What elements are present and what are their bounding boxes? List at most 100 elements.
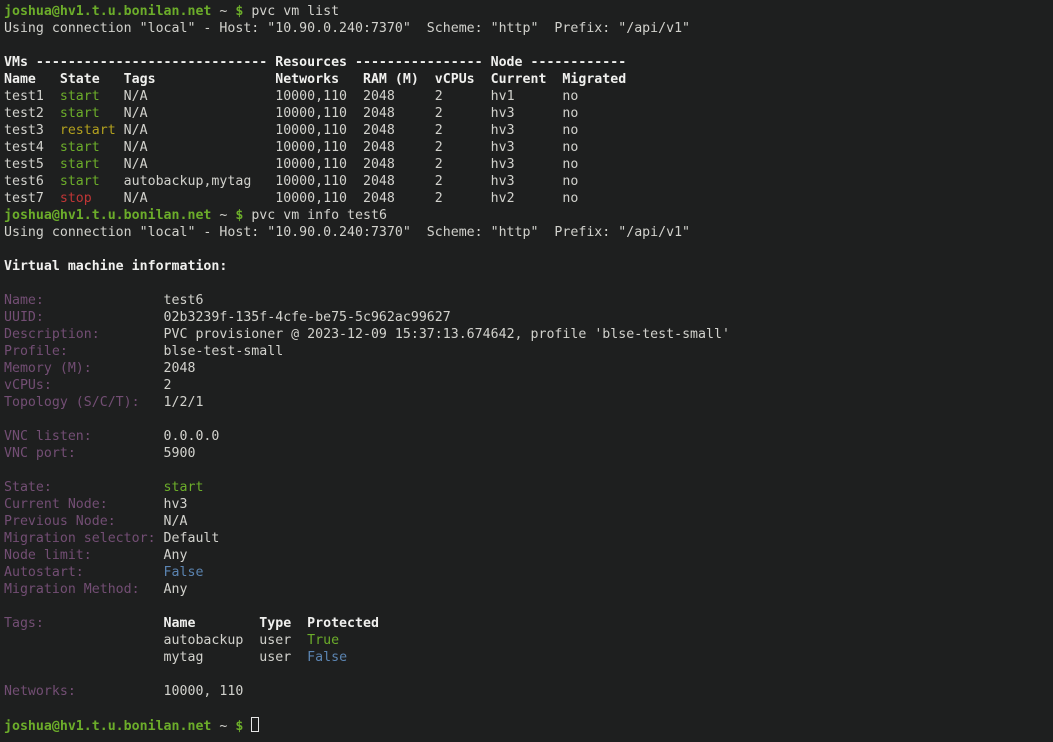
vm-info-title-text: Virtual machine information:	[4, 259, 227, 274]
vm-row-test6: test6 start autobackup,mytag 10000,110 2…	[4, 173, 1053, 190]
vm-name: test3	[4, 123, 60, 138]
info-value: Default	[164, 531, 220, 546]
vm-state: start	[60, 89, 100, 104]
info-line-autostart: Autostart: False	[4, 564, 1053, 581]
info-label: vCPUs:	[4, 378, 164, 393]
tag-name: mytag	[164, 650, 260, 665]
info-value: 02b3239f-135f-4cfe-be75-5c962ac99627	[164, 310, 451, 325]
vm-state: start	[60, 140, 100, 155]
vm-row-rest: autobackup,mytag 10000,110 2048 2 hv3 no	[100, 174, 579, 189]
vm-row-test3: test3 restart N/A 10000,110 2048 2 hv3 n…	[4, 122, 1053, 139]
info-label: Previous Node:	[4, 514, 164, 529]
vm-row-test2: test2 start N/A 10000,110 2048 2 hv3 no	[4, 105, 1053, 122]
vm-row-rest: N/A 10000,110 2048 2 hv3 no	[100, 157, 579, 172]
vm-row-rest: N/A 10000,110 2048 2 hv3 no	[100, 140, 579, 155]
info-line-description: Description: PVC provisioner @ 2023-12-0…	[4, 326, 1053, 343]
info-value: PVC provisioner @ 2023-12-09 15:37:13.67…	[164, 327, 730, 342]
info-label: Migration selector:	[4, 531, 164, 546]
info-label: VNC port:	[4, 446, 164, 461]
vm-row-test7: test7 stop N/A 10000,110 2048 2 hv2 no	[4, 190, 1053, 207]
vm-name: test2	[4, 106, 60, 121]
info-line-state: State: start	[4, 479, 1053, 496]
terminal-screen[interactable]: joshua@hv1.t.u.bonilan.net ~ $ pvc vm li…	[0, 0, 1053, 742]
info-label: Migration Method:	[4, 582, 164, 597]
info-value: Any	[164, 582, 188, 597]
command-vm-list: pvc vm list	[243, 4, 339, 19]
info-line-node-limit: Node limit: Any	[4, 547, 1053, 564]
info-line-migration-method: Migration Method: Any	[4, 581, 1053, 598]
info-line-migration-selector: Migration selector: Default	[4, 530, 1053, 547]
info-value: 10000, 110	[164, 684, 244, 699]
connection-info-line: Using connection "local" - Host: "10.90.…	[4, 224, 1053, 241]
vm-row-test4: test4 start N/A 10000,110 2048 2 hv3 no	[4, 139, 1053, 156]
indent	[4, 650, 164, 665]
info-label: Memory (M):	[4, 361, 164, 376]
tag-type: user	[259, 650, 307, 665]
terminal-lines-container: joshua@hv1.t.u.bonilan.net ~ $ pvc vm li…	[4, 3, 1053, 735]
info-line-vnc-listen: VNC listen: 0.0.0.0	[4, 428, 1053, 445]
info-line-memory: Memory (M): 2048	[4, 360, 1053, 377]
prompt-user-host: joshua@hv1.t.u.bonilan.net	[4, 208, 211, 223]
vm-row-rest: N/A 10000,110 2048 2 hv1 no	[100, 89, 579, 104]
vm-info-title: Virtual machine information:	[4, 258, 1053, 275]
info-label: Autostart:	[4, 565, 164, 580]
connection-text: Using connection "local" - Host: "10.90.…	[4, 225, 690, 240]
info-line-current-node: Current Node: hv3	[4, 496, 1053, 513]
info-label: VNC listen:	[4, 429, 164, 444]
vm-list-column-header: Name State Tags Networks RAM (M) vCPUs C…	[4, 71, 1053, 88]
vm-state: start	[60, 157, 100, 172]
tag-row-autobackup: autobackup user True	[4, 632, 1053, 649]
info-value: 5900	[164, 446, 196, 461]
prompt-user-host: joshua@hv1.t.u.bonilan.net	[4, 4, 211, 19]
prompt-separator: ~	[211, 208, 235, 223]
vm-name: test7	[4, 191, 60, 206]
blank-line	[4, 37, 1053, 54]
terminal-output: joshua@hv1.t.u.bonilan.net ~ $ pvc vm li…	[4, 3, 1053, 735]
info-value: Any	[164, 548, 188, 563]
info-label: Networks:	[4, 684, 164, 699]
info-value: hv3	[164, 497, 188, 512]
vm-row-rest: N/A 10000,110 2048 2 hv2 no	[92, 191, 579, 206]
indent	[4, 633, 164, 648]
prompt-separator: ~	[211, 4, 235, 19]
blank-line	[4, 241, 1053, 258]
connection-info-line: Using connection "local" - Host: "10.90.…	[4, 20, 1053, 37]
info-value: N/A	[164, 514, 188, 529]
info-value: 2	[164, 378, 172, 393]
blank-line	[4, 275, 1053, 292]
prompt-user-host: joshua@hv1.t.u.bonilan.net	[4, 719, 211, 734]
info-value: 2048	[164, 361, 196, 376]
info-value: 1/2/1	[164, 395, 204, 410]
tags-header-line: Tags: Name Type Protected	[4, 615, 1053, 632]
vm-row-rest: N/A 10000,110 2048 2 hv3 no	[100, 106, 579, 121]
column-header-text: Name State Tags Networks RAM (M) vCPUs C…	[4, 72, 626, 87]
blank-line	[4, 700, 1053, 717]
info-value: 0.0.0.0	[164, 429, 220, 444]
tag-name: autobackup	[164, 633, 260, 648]
vm-state: stop	[60, 191, 92, 206]
info-line-name: Name: test6	[4, 292, 1053, 309]
info-line-previous-node: Previous Node: N/A	[4, 513, 1053, 530]
vm-state: start	[60, 106, 100, 121]
info-label: Description:	[4, 327, 164, 342]
prompt-space	[243, 719, 251, 734]
info-line-uuid: UUID: 02b3239f-135f-4cfe-be75-5c962ac996…	[4, 309, 1053, 326]
vm-row-test5: test5 start N/A 10000,110 2048 2 hv3 no	[4, 156, 1053, 173]
info-line-topology: Topology (S/C/T): 1/2/1	[4, 394, 1053, 411]
prompt-line-vm-info: joshua@hv1.t.u.bonilan.net ~ $ pvc vm in…	[4, 207, 1053, 224]
vm-row-test1: test1 start N/A 10000,110 2048 2 hv1 no	[4, 88, 1053, 105]
info-label: UUID:	[4, 310, 164, 325]
prompt-separator: ~	[211, 719, 235, 734]
blank-line	[4, 598, 1053, 615]
tag-row-mytag: mytag user False	[4, 649, 1053, 666]
info-value: test6	[164, 293, 204, 308]
vm-state: start	[60, 174, 100, 189]
info-label: State:	[4, 480, 164, 495]
info-value: False	[164, 565, 204, 580]
tag-protected: False	[307, 650, 347, 665]
blank-line	[4, 462, 1053, 479]
command-vm-info: pvc vm info test6	[243, 208, 387, 223]
info-label: Name:	[4, 293, 164, 308]
tags-table-header: Name Type Protected	[164, 616, 379, 631]
info-line-networks: Networks: 10000, 110	[4, 683, 1053, 700]
